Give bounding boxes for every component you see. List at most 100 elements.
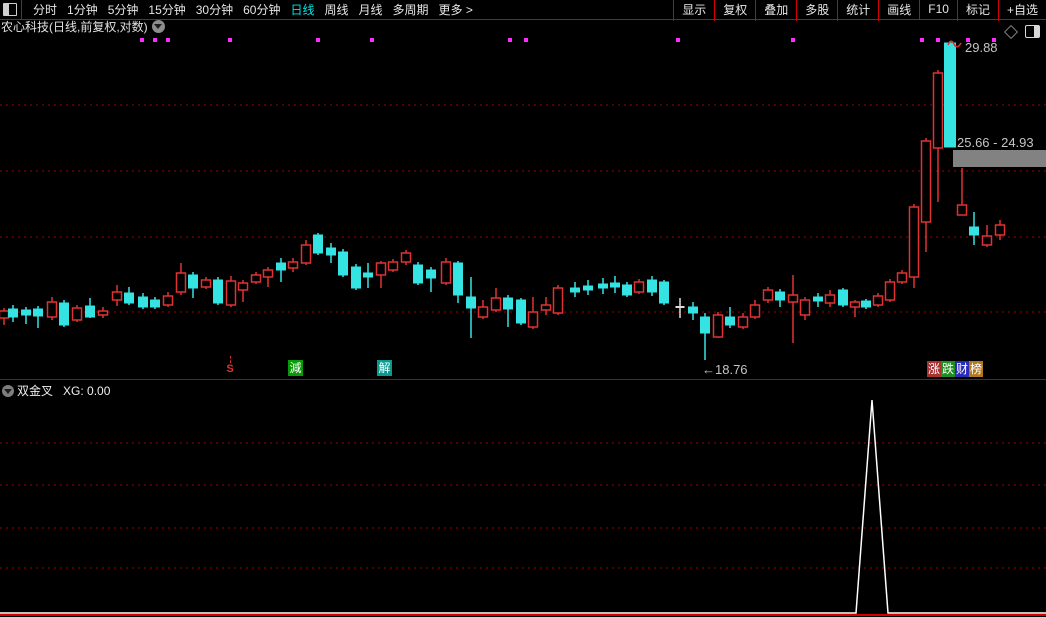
period-item[interactable]: 5分钟	[108, 1, 139, 18]
candle-up	[262, 269, 274, 278]
period-item[interactable]: 1分钟	[67, 1, 98, 18]
candle-down	[276, 262, 286, 271]
period-item[interactable]: 更多 >	[439, 1, 473, 18]
quick-badge[interactable]: 涨	[927, 361, 941, 377]
period-item[interactable]: 30分钟	[196, 1, 233, 18]
candle-up	[849, 301, 861, 308]
app-window: 分时 1分钟 5分钟 15分钟 30分钟 60分钟 日线 周线 月线 多周期 更多 > 显示 复权 叠加…	[0, 0, 1046, 617]
candle-up	[375, 262, 387, 276]
candle-down	[583, 285, 593, 291]
candle-down	[598, 283, 608, 289]
candle-up	[175, 272, 187, 293]
candle-up	[932, 72, 944, 149]
candle-down	[363, 272, 373, 278]
event-dot	[791, 38, 795, 42]
candle-up	[162, 295, 174, 306]
high-price-label: 29.88	[965, 40, 998, 55]
jie-event-badge[interactable]: 解	[377, 360, 392, 376]
tool-item[interactable]: 复权	[714, 0, 755, 21]
candle-down	[659, 281, 669, 304]
period-item[interactable]: 分时	[33, 1, 57, 18]
candle-down	[503, 297, 513, 310]
candle-up	[225, 280, 237, 306]
chart-titlebar: 农心科技(日线,前复权,对数)	[1, 19, 165, 34]
tool-item[interactable]: 显示	[673, 0, 714, 21]
dividend-marker-label: S	[226, 363, 234, 375]
candle-down	[426, 269, 436, 279]
quick-badge[interactable]: 财	[955, 361, 969, 377]
candle-up	[994, 224, 1006, 236]
candle-up	[97, 310, 109, 316]
event-dot	[153, 38, 157, 42]
dividend-marker[interactable]: S	[224, 356, 236, 375]
indicator-chevron-icon[interactable]	[2, 384, 14, 397]
quick-badge[interactable]: 跌	[941, 361, 955, 377]
tool-item[interactable]: +自选	[997, 0, 1046, 21]
candle-down	[413, 264, 423, 284]
candle-up	[111, 291, 123, 301]
toolbar-divider	[21, 0, 22, 19]
tool-item[interactable]: 多股	[796, 0, 837, 21]
period-item[interactable]: 多周期	[393, 1, 429, 18]
candle-up	[749, 304, 761, 318]
tool-item[interactable]: 画线	[878, 0, 919, 21]
candle-down	[944, 42, 956, 148]
candle-up	[908, 206, 920, 278]
candle-down	[969, 226, 979, 236]
indicator-canvas[interactable]	[0, 380, 1046, 617]
low-price-label: ←18.76	[702, 362, 748, 377]
event-dot	[140, 38, 144, 42]
candle-up	[824, 294, 836, 304]
candle-up	[540, 304, 552, 311]
jian-event-badge[interactable]: 減	[288, 360, 303, 376]
period-item[interactable]: 周线	[324, 1, 348, 18]
quick-badges: 涨跌财榜	[927, 361, 983, 377]
candle-up	[250, 274, 262, 283]
stock-title: 农心科技(日线,前复权,对数)	[1, 19, 148, 34]
candle-down	[85, 305, 95, 318]
candle-up	[400, 252, 412, 263]
tool-item[interactable]: 标记	[956, 0, 998, 21]
period-item[interactable]: 日线	[290, 1, 314, 18]
event-dot	[508, 38, 512, 42]
period-item[interactable]: 60分钟	[243, 1, 280, 18]
candle-up	[787, 294, 799, 303]
split-view-icon[interactable]	[3, 3, 17, 16]
period-toolbar: 分时 1分钟 5分钟 15分钟 30分钟 60分钟 日线 周线 月线 多周期 更多 > 显示 复权 叠加…	[0, 0, 1046, 21]
candle-down	[838, 289, 848, 306]
candle-up	[300, 244, 312, 264]
candle-up	[387, 261, 399, 271]
period-item[interactable]: 15分钟	[148, 1, 185, 18]
candle-up	[799, 299, 811, 316]
tool-item[interactable]: 统计	[837, 0, 878, 21]
gap-range-label: 25.66 - 24.93	[957, 135, 1034, 150]
candle-down	[861, 300, 871, 308]
candle-down	[775, 291, 785, 301]
xg-signal-line	[0, 399, 1046, 614]
candle-up	[527, 311, 539, 328]
candle-down	[213, 279, 223, 304]
candle-up	[896, 272, 908, 283]
event-dot	[524, 38, 528, 42]
quick-badge[interactable]: 榜	[969, 361, 983, 377]
chevron-down-icon[interactable]	[151, 19, 165, 33]
candle-up	[440, 261, 452, 284]
indicator-value: XG: 0.00	[63, 383, 111, 398]
candle-down	[313, 234, 323, 254]
event-dot	[316, 38, 320, 42]
candle-down	[570, 287, 580, 293]
candle-up	[477, 306, 489, 318]
tool-item[interactable]: F10	[919, 0, 957, 19]
gap-box	[953, 150, 1046, 167]
candle-down	[124, 292, 134, 304]
candlestick-canvas[interactable]: 29.88 25.66 - 24.93 ←18.76	[0, 33, 1046, 379]
candle-down	[725, 316, 735, 326]
dividend-marker-dash	[229, 356, 231, 363]
event-dot	[936, 38, 940, 42]
event-dot	[920, 38, 924, 42]
tool-item[interactable]: 叠加	[755, 0, 796, 21]
candle-up	[0, 310, 10, 319]
candle-up	[981, 235, 993, 246]
period-item[interactable]: 月线	[359, 1, 383, 18]
candle-up	[490, 297, 502, 311]
